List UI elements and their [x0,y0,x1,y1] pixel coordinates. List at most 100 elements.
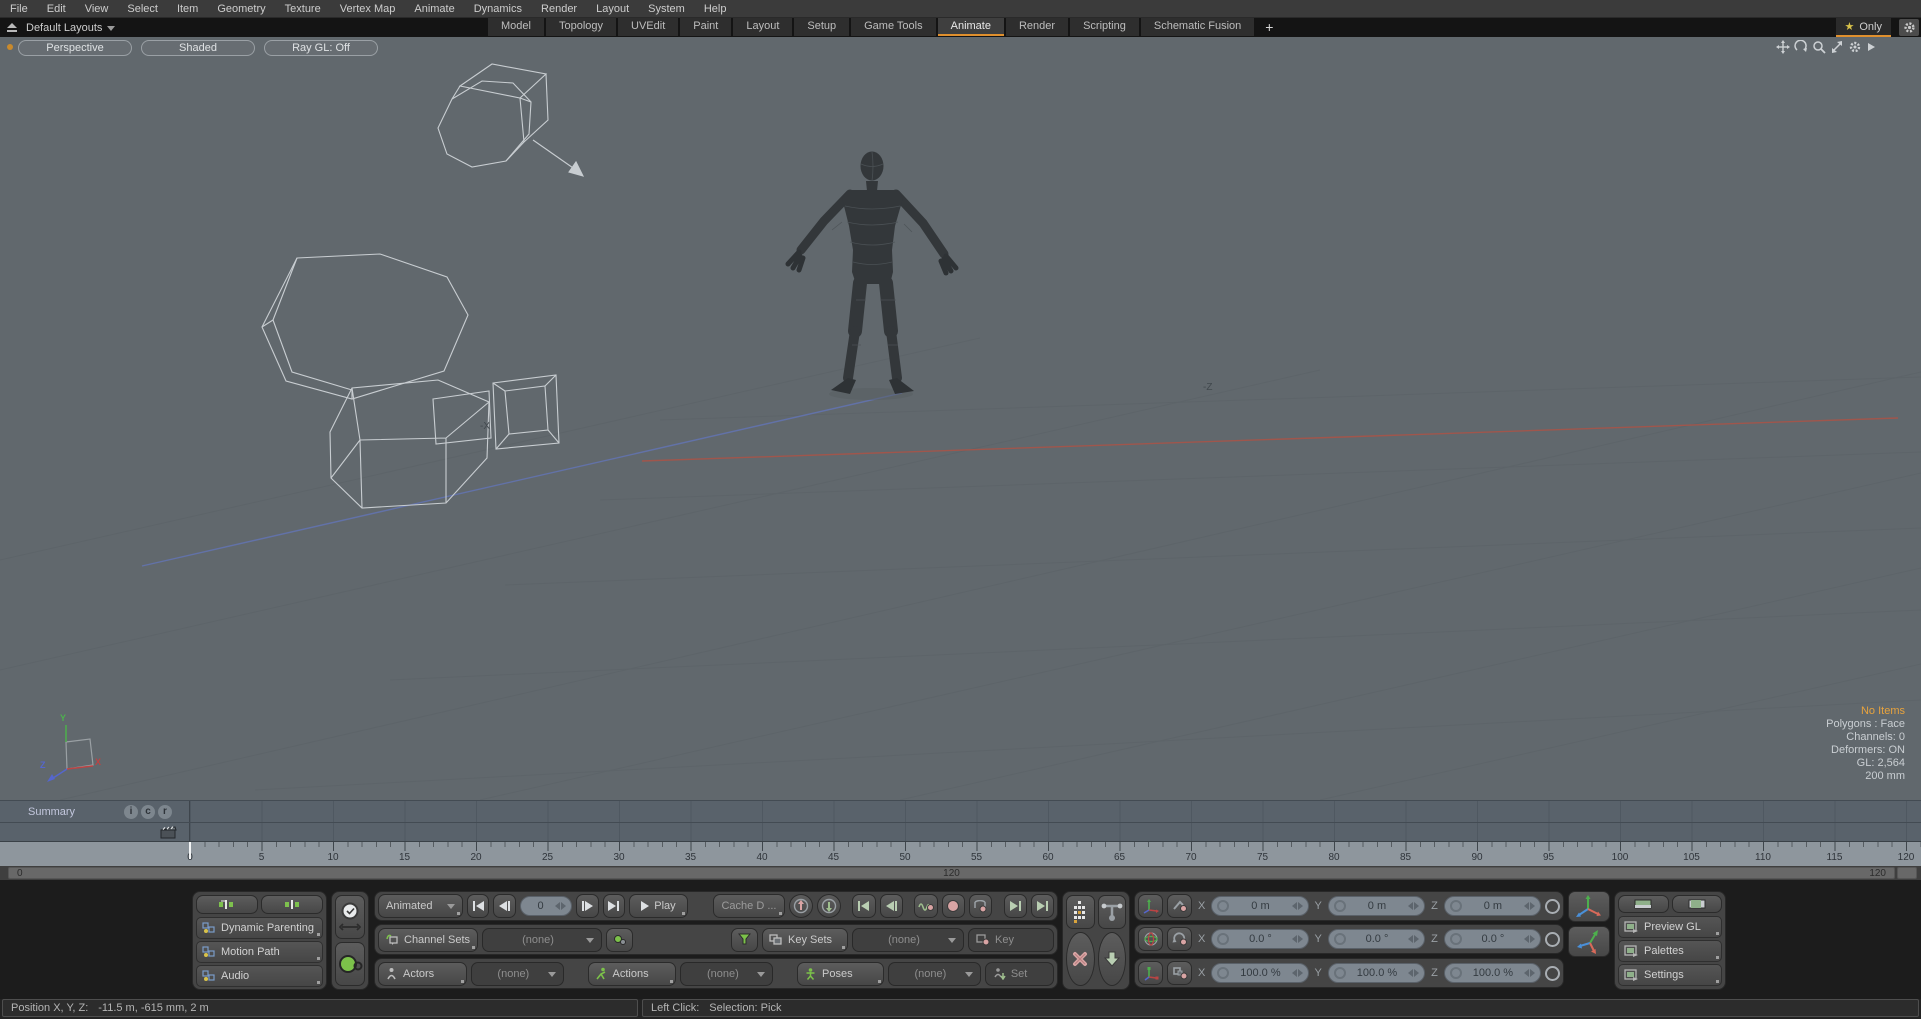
poses-dropdown[interactable]: (none) [888,962,981,986]
set-pose-button[interactable]: Set [985,962,1054,986]
scale-key-ring[interactable] [1545,966,1560,981]
track-toggle-button[interactable]: c [141,805,155,819]
key-action-button[interactable]: Key [968,928,1054,952]
frame-spinner[interactable] [555,902,566,910]
preview-small-button[interactable] [1618,895,1669,913]
key-up-button[interactable] [789,894,813,918]
auto-key-button[interactable] [335,895,365,939]
menu-item[interactable]: Vertex Map [340,3,396,15]
playhead[interactable] [189,842,191,859]
layout-gear-button[interactable] [1899,19,1919,36]
clapperboard-icon[interactable] [160,825,177,839]
current-frame-field[interactable]: 0 [520,896,573,916]
actors-button[interactable]: Actors [378,962,467,986]
channel-set-popup-button[interactable] [606,928,633,952]
channel-sets-button[interactable]: Channel Sets [378,928,478,952]
ik-pose-button[interactable] [1098,895,1127,929]
layout-tab[interactable]: + [1256,18,1282,36]
timeline-range-slider[interactable]: 0 120 120 [8,867,1895,879]
track-toggle-button[interactable]: i [124,805,138,819]
anim-mode-dropdown[interactable]: Animated [378,894,463,918]
menu-item[interactable]: System [648,3,685,15]
utility-item[interactable]: Palettes [1618,940,1722,962]
channel-ring-icon[interactable] [1334,967,1346,979]
channel-ring-icon[interactable] [1450,933,1462,945]
position-channel-button[interactable] [1167,894,1192,918]
rotation-y-field[interactable]: 0.0 ° [1328,929,1425,949]
zoom-icon[interactable] [1812,40,1826,54]
fit-view-icon[interactable] [1830,40,1844,54]
viewport-3d[interactable]: Perspective Shaded Ray GL: Off [0,37,1921,800]
scale-y-field[interactable]: 100.0 % [1328,963,1425,983]
channel-haul-button[interactable] [1066,895,1095,929]
rotation-x-field[interactable]: 0.0 ° [1211,929,1308,949]
key-down-button[interactable] [817,894,841,918]
first-key-button[interactable] [852,894,875,918]
key-create-button[interactable] [335,942,365,986]
utility-item[interactable]: Preview GL [1618,916,1722,938]
rotation-key-ring[interactable] [1545,932,1560,947]
apply-pose-button[interactable] [1098,932,1127,986]
menu-item[interactable]: Render [541,3,577,15]
menu-item[interactable]: Geometry [217,3,265,15]
range-end-cap[interactable] [1897,867,1917,879]
move-tool-button[interactable] [1138,894,1163,918]
viewport-gear-icon[interactable] [1848,40,1862,54]
menu-item[interactable]: Select [127,3,158,15]
menu-item[interactable]: Edit [47,3,66,15]
scale-x-field[interactable]: 100.0 % [1211,963,1308,983]
channel-ring-icon[interactable] [1217,967,1229,979]
action-track-lane[interactable] [190,823,1921,841]
key-sets-button[interactable]: Key Sets [762,928,848,952]
layout-tab[interactable]: Model [488,18,544,36]
actions-button[interactable]: Actions [588,962,677,986]
channel-ring-icon[interactable] [1217,900,1229,912]
key-filter-button[interactable] [731,928,758,952]
menu-item[interactable]: Animate [414,3,454,15]
key-pose-button[interactable] [969,894,992,918]
record-button[interactable] [942,894,965,918]
only-filter-button[interactable]: ★ Only [1836,18,1892,37]
next-key-button[interactable] [1004,894,1027,918]
timeline-ruler[interactable]: 0510152025303540455055606570758085909510… [0,841,1921,866]
channel-ring-icon[interactable] [1334,933,1346,945]
track-tool-item[interactable]: Audio [196,965,323,987]
shading-mode-button[interactable]: Shaded [141,40,255,56]
shift-keys-left-button[interactable] [196,895,258,914]
scale-channel-button[interactable] [1167,961,1192,985]
actions-dropdown[interactable]: (none) [680,962,773,986]
layout-tab[interactable]: UVEdit [618,18,678,36]
raygl-button[interactable]: Ray GL: Off [264,40,378,56]
layout-tab[interactable]: Schematic Fusion [1141,18,1254,36]
layout-home-button[interactable] [4,20,20,35]
layout-tab[interactable]: Animate [938,18,1004,36]
menu-item[interactable]: Dynamics [474,3,522,15]
pan-icon[interactable] [1776,40,1790,54]
prev-key-button[interactable] [880,894,903,918]
poses-button[interactable]: Poses [797,962,884,986]
preview-large-button[interactable] [1672,895,1723,913]
position-z-field[interactable]: 0 m [1444,896,1541,916]
position-y-field[interactable]: 0 m [1328,896,1425,916]
prev-frame-button[interactable] [493,894,515,918]
track-tool-item[interactable]: Motion Path [196,941,323,963]
menu-item[interactable]: View [85,3,109,15]
layout-tab[interactable]: Paint [680,18,731,36]
key-sets-dropdown[interactable]: (none) [852,928,964,952]
menu-item[interactable]: Texture [285,3,321,15]
channel-sets-dropdown[interactable]: (none) [482,928,602,952]
menu-item[interactable]: File [10,3,28,15]
channel-ring-icon[interactable] [1450,900,1462,912]
layout-tab[interactable]: Topology [546,18,616,36]
key-wave-button[interactable] [914,894,937,918]
last-key-button[interactable] [1031,894,1054,918]
layout-switcher[interactable]: Default Layouts [26,18,115,37]
flyout-arrow-icon[interactable] [1866,41,1876,53]
summary-track-lane[interactable] [190,801,1921,822]
orbit-icon[interactable] [1794,40,1808,54]
channel-ring-icon[interactable] [1334,900,1346,912]
utility-item[interactable]: Settings [1618,964,1722,986]
track-toggle-button[interactable]: r [158,805,172,819]
local-axis-button[interactable] [1568,926,1610,957]
position-key-ring[interactable] [1545,899,1560,914]
